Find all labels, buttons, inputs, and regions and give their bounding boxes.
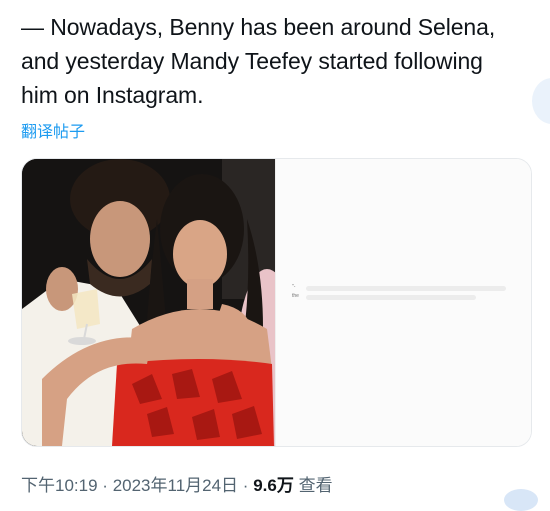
meta-separator: · [102, 476, 108, 495]
tweet-text: — Nowadays, Benny has been around Selena… [21, 10, 536, 112]
post-time: 下午10:19 [21, 476, 98, 495]
faint-panel-text: the [292, 293, 299, 299]
faint-panel-text: "- [292, 284, 296, 290]
views-count: 9.6万 [253, 476, 294, 495]
faint-text-line [306, 295, 476, 300]
meta-separator: · [242, 476, 249, 495]
media-secondary-panel: "- the [275, 159, 531, 446]
faint-text-line [306, 286, 506, 291]
views-label: 查看 [298, 476, 333, 495]
tweet-text-line: and yesterday Mandy Teefey started follo… [21, 48, 483, 74]
floating-action-button[interactable] [504, 489, 538, 511]
photo-illustration [22, 159, 275, 446]
tweet-photo[interactable] [22, 159, 275, 446]
translate-post-link[interactable]: 翻译帖子 [21, 118, 85, 142]
media-card[interactable]: "- the [21, 158, 532, 447]
tweet-text-line: — Nowadays, Benny has been around Selena… [21, 14, 496, 40]
tweet-metadata: 下午10:19 · 2023年11月24日 · 9.6万 查看 [21, 471, 333, 496]
post-date: 2023年11月24日 [112, 476, 239, 495]
tweet-text-line: him on Instagram. [21, 82, 204, 108]
